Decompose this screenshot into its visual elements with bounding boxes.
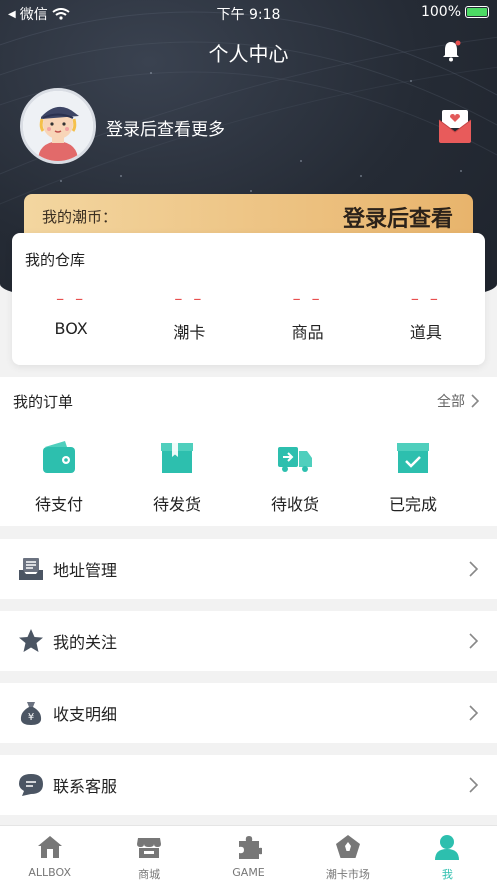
order-label: 待发货 [152, 495, 201, 514]
tab-card-market[interactable]: 潮卡市场 [298, 826, 397, 883]
puzzle-icon [238, 836, 264, 859]
order-label: 待支付 [34, 495, 83, 514]
order-label: 待收货 [270, 495, 319, 514]
warehouse-value: – – [56, 289, 87, 308]
warehouse-item-card[interactable]: – – 潮卡 [130, 289, 248, 343]
menu-row-label: 地址管理 [53, 561, 118, 580]
tab-label: 商城 [138, 868, 161, 881]
avatar-illustration [23, 91, 93, 161]
chevron-right-icon [469, 561, 479, 577]
star-dot [150, 72, 152, 74]
avatar[interactable] [20, 88, 96, 164]
tab-label: 我 [441, 868, 453, 881]
warehouse-label: BOX [54, 319, 88, 338]
tab-game[interactable]: GAME [199, 826, 298, 883]
battery-percent: 100% [420, 4, 461, 20]
menu-row-label: 我的关注 [53, 633, 118, 652]
star-dot [410, 80, 412, 82]
chevron-right-icon [469, 777, 479, 793]
coin-label: 我的潮币： [42, 208, 118, 226]
star-dot [120, 175, 122, 177]
page-title: 个人中心 [208, 42, 289, 66]
address-icon [19, 558, 43, 580]
wallet-icon [43, 441, 75, 473]
tab-shop[interactable]: 商城 [99, 826, 198, 883]
tab-label: 潮卡市场 [325, 868, 370, 881]
login-tip[interactable]: 登录后查看更多 [106, 115, 225, 140]
home-icon [37, 836, 62, 858]
orders-all-link[interactable]: 全部 [437, 391, 479, 411]
tab-label: ALLBOX [28, 866, 72, 879]
order-pending-payment[interactable]: 待支付 [0, 439, 118, 515]
warehouse-label: 道具 [409, 323, 442, 342]
star-dot [460, 170, 462, 172]
warehouse-title: 我的仓库 [25, 251, 86, 269]
menu-row-transactions[interactable]: ¥ 收支明细 [0, 683, 497, 743]
status-right: 100% [421, 4, 489, 20]
warehouse-item-box[interactable]: – – BOX [12, 289, 130, 343]
star-dot [300, 160, 302, 162]
menu-row-label: 收支明细 [53, 705, 118, 724]
coin-value: 登录后查看 [342, 207, 453, 232]
status-bar: ◀ 微信 下午 9:18 100% [0, 0, 497, 26]
warehouse-item-props[interactable]: – – 道具 [367, 289, 485, 343]
svg-text:¥: ¥ [28, 712, 34, 723]
star-icon [19, 629, 43, 652]
orders-section: 我的订单 全部 待支付 待发货 待收货 已完成 [0, 377, 497, 526]
warehouse-card: 我的仓库 – – BOX – – 潮卡 – – 商品 – – 道具 [12, 233, 485, 365]
order-pending-receipt[interactable]: 待收货 [236, 439, 354, 515]
warehouse-items: – – BOX – – 潮卡 – – 商品 – – 道具 [12, 289, 485, 343]
orders-title: 我的订单 [13, 393, 74, 411]
order-completed[interactable]: 已完成 [354, 439, 472, 515]
menu-row-follow[interactable]: 我的关注 [0, 611, 497, 671]
star-dot [360, 175, 362, 177]
menu-row-label: 联系客服 [53, 777, 118, 796]
chevron-right-icon [469, 705, 479, 721]
chevron-right-icon [469, 633, 479, 649]
market-icon [335, 835, 360, 858]
tab-label: GAME [232, 866, 265, 879]
completed-box-icon [397, 443, 429, 473]
warehouse-label: 商品 [291, 323, 324, 342]
tab-allbox[interactable]: ALLBOX [0, 826, 99, 883]
menu-row-support[interactable]: 联系客服 [0, 755, 497, 815]
warehouse-label: 潮卡 [173, 323, 206, 342]
person-icon [435, 835, 460, 860]
bottom-tab-bar: ALLBOX 商城 GAME 潮卡市场 我 [0, 825, 497, 883]
money-bag-icon: ¥ [20, 702, 42, 725]
order-label: 已完成 [388, 495, 437, 514]
mail-heart-icon[interactable] [438, 108, 472, 144]
menu-row-address[interactable]: 地址管理 [0, 539, 497, 599]
tab-me[interactable]: 我 [398, 826, 497, 883]
shop-icon [137, 838, 162, 858]
box-icon [161, 443, 193, 473]
order-status-list: 待支付 待发货 待收货 已完成 [0, 439, 473, 515]
truck-icon [278, 447, 312, 472]
bell-icon[interactable] [441, 40, 461, 62]
order-pending-shipment[interactable]: 待发货 [118, 439, 236, 515]
warehouse-value: – – [410, 289, 441, 308]
chat-icon [19, 774, 43, 796]
warehouse-value: – – [174, 289, 205, 308]
battery-icon [465, 6, 489, 18]
star-dot [250, 190, 252, 192]
warehouse-item-goods[interactable]: – – 商品 [249, 289, 367, 343]
chevron-right-icon [471, 394, 479, 408]
warehouse-value: – – [292, 289, 323, 308]
orders-all-label: 全部 [437, 394, 465, 410]
star-dot [60, 180, 62, 182]
